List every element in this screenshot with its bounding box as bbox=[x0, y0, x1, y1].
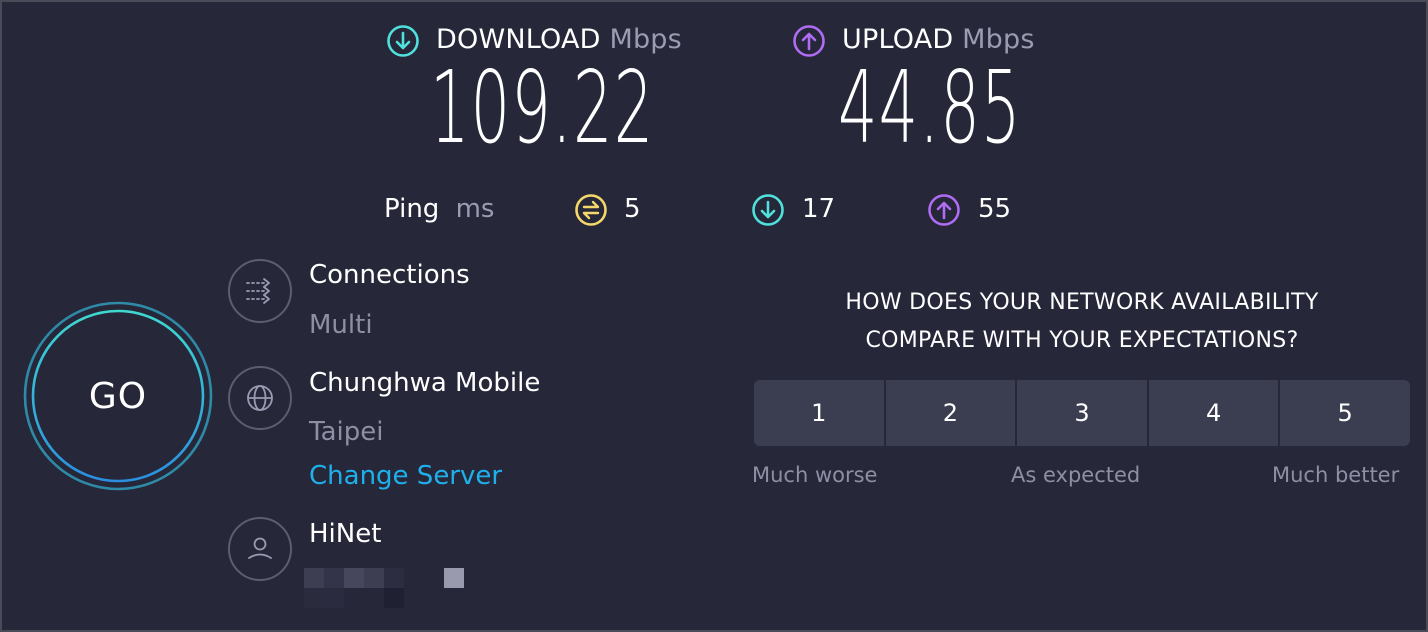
scale-label-low: Much worse bbox=[752, 463, 878, 487]
connections-icon bbox=[246, 278, 270, 304]
survey-question-line1: HOW DOES YOUR NETWORK AVAILABILITY bbox=[845, 290, 1319, 315]
server-location: Taipei bbox=[309, 417, 384, 447]
upload-arrow-icon bbox=[793, 25, 825, 57]
download-value: 109.22 bbox=[430, 49, 655, 166]
connections-icon-circle bbox=[228, 259, 292, 323]
ping-download-icon bbox=[752, 194, 784, 226]
globe-icon-circle bbox=[228, 366, 292, 430]
scale-label-mid: As expected bbox=[1011, 463, 1141, 487]
ping-upload-icon bbox=[928, 194, 960, 226]
rating-option-1[interactable]: 1 bbox=[754, 380, 886, 446]
survey-question-line2: COMPARE WITH YOUR EXPECTATIONS? bbox=[865, 328, 1299, 353]
rating-option-5[interactable]: 5 bbox=[1280, 380, 1410, 446]
download-arrow-icon bbox=[387, 25, 419, 57]
rating-option-3[interactable]: 3 bbox=[1017, 380, 1149, 446]
survey-question: HOW DOES YOUR NETWORK AVAILABILITY COMPA… bbox=[752, 284, 1412, 360]
rating-option-4[interactable]: 4 bbox=[1148, 380, 1281, 446]
upload-value-wrap: 44.85 bbox=[838, 58, 1134, 158]
go-label: GO bbox=[88, 376, 148, 417]
ping-idle-value: 5 bbox=[624, 194, 641, 224]
user-icon-circle bbox=[228, 517, 292, 581]
rating-scale: 1 2 3 4 5 bbox=[754, 380, 1410, 446]
scale-label-high: Much better bbox=[1272, 463, 1400, 487]
server-name: Chunghwa Mobile bbox=[309, 368, 541, 398]
go-button-wrap: GO bbox=[22, 300, 214, 492]
ping-download-value: 17 bbox=[802, 194, 836, 224]
change-server-link[interactable]: Change Server bbox=[309, 461, 502, 491]
upload-value: 44.85 bbox=[838, 49, 1022, 166]
user-icon bbox=[248, 537, 272, 559]
ip-address-redacted bbox=[304, 568, 474, 610]
ping-title: Ping bbox=[384, 194, 440, 224]
go-button[interactable]: GO bbox=[22, 300, 214, 492]
connections-title: Connections bbox=[309, 260, 470, 290]
ping-upload-value: 55 bbox=[978, 194, 1012, 224]
ping-idle-icon bbox=[575, 194, 607, 226]
connections-value: Multi bbox=[309, 310, 373, 340]
ping-label: Ping ms bbox=[384, 194, 494, 224]
globe-icon bbox=[247, 385, 273, 411]
download-value-wrap: 109.22 bbox=[430, 58, 792, 158]
rating-option-2[interactable]: 2 bbox=[885, 380, 1018, 446]
ping-unit: ms bbox=[455, 194, 495, 224]
isp-name: HiNet bbox=[309, 519, 382, 549]
speedtest-panel: DOWNLOAD Mbps 109.22 UPLOAD Mbps 44.85 P… bbox=[2, 2, 1426, 630]
